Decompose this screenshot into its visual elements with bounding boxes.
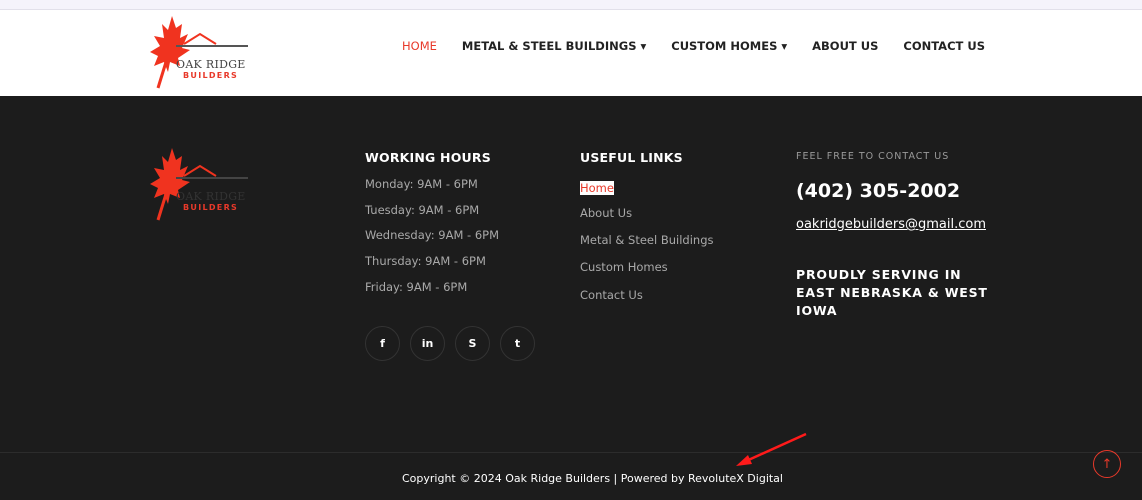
footer-link-contact-us[interactable]: Contact Us — [580, 288, 713, 315]
logo-subtext: BUILDERS — [183, 203, 239, 212]
useful-links-section: USEFUL LINKS Home About Us Metal & Steel… — [580, 150, 713, 315]
service-area: PROUDLY SERVING IN EAST NEBRASKA & WEST … — [796, 267, 988, 318]
working-hours-title: WORKING HOURS — [365, 150, 491, 165]
site-logo[interactable]: OAK RIDGE BUILDERS — [150, 14, 252, 90]
footer-link-metal-steel[interactable]: Metal & Steel Buildings — [580, 233, 713, 260]
footer-link-about-us[interactable]: About Us — [580, 206, 713, 233]
footer-logo[interactable]: OAK RIDGE BUILDERS — [150, 146, 252, 222]
nav-about-us[interactable]: ABOUT US — [812, 39, 878, 53]
site-header: OAK RIDGE BUILDERS HOME METAL & STEEL BU… — [0, 10, 1142, 96]
footer-link-home[interactable]: Home — [580, 181, 614, 195]
nav-home[interactable]: HOME — [402, 39, 437, 53]
footer-link-custom-homes[interactable]: Custom Homes — [580, 260, 713, 287]
nav-custom-homes[interactable]: CUSTOM HOMES ▾ — [671, 39, 787, 53]
facebook-icon[interactable]: f — [365, 326, 400, 362]
copyright-text: Copyright © 2024 Oak Ridge Builders | Po… — [402, 472, 783, 485]
nav-contact-us[interactable]: CONTACT US — [903, 39, 985, 53]
linkedin-icon[interactable]: in — [410, 326, 445, 362]
browser-top-strip — [0, 0, 1142, 10]
logo-text: OAK RIDGE — [176, 190, 246, 203]
hours-item: Monday: 9AM - 6PM — [365, 177, 478, 191]
skype-icon[interactable]: S — [455, 326, 490, 362]
contact-label: FEEL FREE TO CONTACT US — [796, 151, 950, 162]
working-hours-section: WORKING HOURS Monday: 9AM - 6PM Tuesday:… — [365, 150, 535, 362]
hours-item: Thursday: 9AM - 6PM — [365, 254, 486, 269]
nav-metal-steel-buildings[interactable]: METAL & STEEL BUILDINGS ▾ — [462, 39, 646, 53]
twitter-icon[interactable]: t — [500, 326, 535, 362]
hours-item: Friday: 9AM - 6PM — [365, 279, 468, 294]
logo-text: OAK RIDGE — [176, 58, 246, 71]
hours-item: Wednesday: 9AM - 6PM — [365, 228, 500, 243]
contact-section: FEEL FREE TO CONTACT US (402) 305-2002 o… — [796, 150, 996, 320]
useful-links-title: USEFUL LINKS — [580, 150, 683, 165]
social-links: f in S t — [365, 326, 535, 362]
phone-number[interactable]: (402) 305-2002 — [796, 180, 996, 202]
logo-subtext: BUILDERS — [183, 71, 239, 80]
footer-divider — [0, 452, 1142, 453]
scroll-to-top-button[interactable]: ↑ — [1093, 450, 1121, 478]
main-nav: HOME METAL & STEEL BUILDINGS ▾ CUSTOM HO… — [402, 39, 985, 53]
hours-item: Tuesday: 9AM - 6PM — [365, 202, 480, 217]
email-link[interactable]: oakridgebuilders@gmail.com — [796, 217, 996, 232]
